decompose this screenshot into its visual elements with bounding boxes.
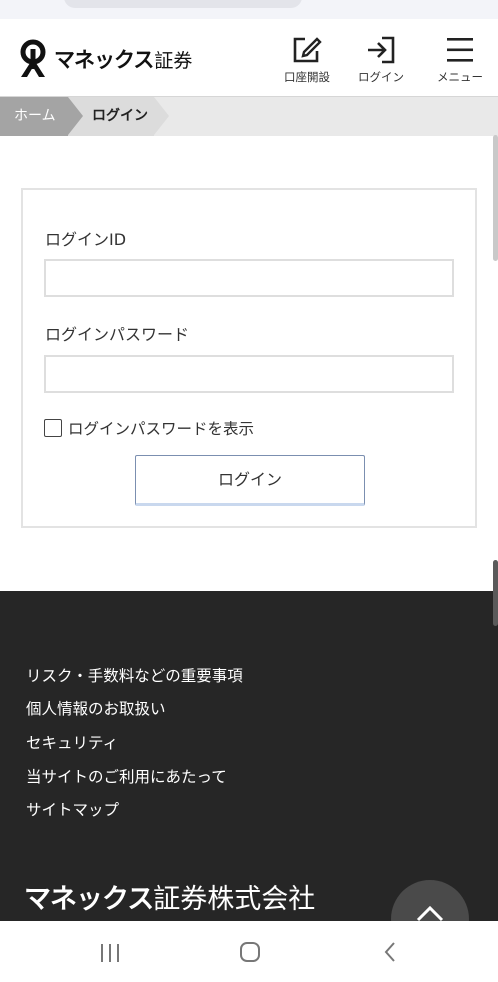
show-password-row[interactable]: ログインパスワードを表示 xyxy=(44,417,254,439)
menu-label: メニュー xyxy=(437,70,483,84)
footer-link-risk[interactable]: リスク・手数料などの重要事項 xyxy=(26,664,243,686)
password-label: ログインパスワード xyxy=(45,325,190,344)
back-icon[interactable] xyxy=(382,941,398,963)
scrollbar-thumb[interactable] xyxy=(493,135,498,261)
login-id-input[interactable] xyxy=(44,259,454,297)
site-footer: リスク・手数料などの重要事項 個人情報のお取扱い セキュリティ 当サイトのご利用… xyxy=(0,591,498,921)
edit-icon xyxy=(293,37,322,63)
brand-suffix: 証券 xyxy=(154,49,193,72)
footer-link-terms[interactable]: 当サイトのご利用にあたって xyxy=(26,765,227,787)
footer-company-rest: 証券株式会社 xyxy=(153,884,316,915)
open-account-label: 口座開設 xyxy=(284,70,330,84)
footer-link-security[interactable]: セキュリティ xyxy=(26,731,118,753)
menu-button[interactable]: メニュー xyxy=(427,33,493,91)
login-id-label: ログインID xyxy=(45,230,127,249)
address-bar[interactable] xyxy=(64,0,302,8)
footer-company-brand: マネックス xyxy=(24,884,154,915)
home-icon[interactable] xyxy=(239,941,261,963)
system-navigation-bar xyxy=(0,921,498,982)
header-login-button[interactable]: ログイン xyxy=(348,33,414,91)
password-input[interactable] xyxy=(44,355,454,393)
breadcrumb-home-link[interactable]: ホーム xyxy=(0,97,68,136)
login-icon xyxy=(368,36,395,64)
footer-scroll-indicator xyxy=(493,560,498,626)
browser-top-bar xyxy=(0,0,498,19)
monex-logo-icon xyxy=(20,39,46,77)
login-form: ログインID ログインパスワード ログインパスワードを表示 ログイン xyxy=(21,188,477,528)
chevron-up-icon xyxy=(416,905,444,922)
brand-name: マネックス xyxy=(54,48,154,72)
show-password-label[interactable]: ログインパスワードを表示 xyxy=(68,417,254,439)
header-login-label: ログイン xyxy=(358,70,404,84)
breadcrumb: ログイン ホーム xyxy=(0,97,498,136)
menu-icon xyxy=(447,38,473,62)
footer-link-privacy[interactable]: 個人情報のお取扱い xyxy=(26,697,166,719)
footer-link-sitemap[interactable]: サイトマップ xyxy=(26,798,119,820)
login-submit-button[interactable]: ログイン xyxy=(135,455,365,506)
breadcrumb-current-arrow xyxy=(154,97,169,135)
site-header: マネックス 証券 口座開設 ログイン メニュー xyxy=(0,19,498,97)
show-password-checkbox[interactable] xyxy=(44,419,62,437)
breadcrumb-home-arrow xyxy=(68,97,83,135)
recent-apps-icon[interactable] xyxy=(99,943,121,963)
footer-company-name: マネックス証券株式会社 xyxy=(24,877,315,916)
open-account-button[interactable]: 口座開設 xyxy=(274,33,340,91)
site-logo[interactable]: マネックス 証券 xyxy=(18,39,192,79)
